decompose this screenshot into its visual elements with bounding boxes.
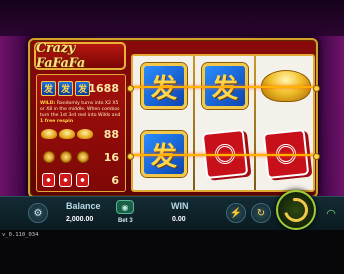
top-bar <box>0 0 344 36</box>
right-curtain <box>314 36 344 196</box>
game-stage: Crazy FaFaFa 发 发 发 1688 WILD: Randomly t… <box>0 0 344 274</box>
payline-marker-left <box>127 85 134 92</box>
payline-marker-left <box>127 153 134 160</box>
payline-marker-right <box>313 153 320 160</box>
reel-window: 发 发 发 <box>131 54 315 192</box>
balance-value: 2,000.00 <box>66 216 94 223</box>
autoplay-icon: ↻ <box>256 207 266 219</box>
logo-plate: Crazy FaFaFa <box>34 41 126 71</box>
gold-ingot-icon <box>41 129 57 139</box>
lightning-icon: ⚡ <box>229 207 243 219</box>
wild-label: WILD: <box>40 101 56 106</box>
left-curtain <box>0 36 30 196</box>
autospin-button[interactable]: ↻ <box>251 203 271 223</box>
gold-coin-icon <box>77 151 89 163</box>
red-envelope-icon <box>42 173 55 187</box>
fa-symbol-icon: 发 <box>41 80 56 96</box>
paytable-row-red: 6 <box>37 169 125 191</box>
turbo-button[interactable]: ⚡ <box>226 203 246 223</box>
win-value: 0.00 <box>172 216 186 223</box>
balance-label: Balance <box>66 201 101 211</box>
payout-value: 88 <box>103 127 119 141</box>
signal-indicator: ◠ <box>322 204 340 222</box>
reel-divider <box>193 56 195 190</box>
wifi-icon: ◠ <box>326 207 336 220</box>
game-logo: Crazy FaFaFa <box>36 41 86 71</box>
win-label: WIN <box>171 201 189 211</box>
payout-value: 16 <box>103 150 119 164</box>
gold-coin-icon <box>60 151 72 163</box>
paytable-row-gold: 88 <box>37 123 125 145</box>
red-envelope-icon <box>59 173 72 187</box>
gold-coin-icon <box>43 151 55 163</box>
paytable-row-fa: 发 发 发 1688 <box>37 77 125 99</box>
version-label: v_0.110_034 <box>2 232 39 238</box>
spin-icon <box>279 193 313 227</box>
footer: v_0.110_034 <box>0 230 344 274</box>
gear-icon: ⚙ <box>33 207 43 219</box>
payout-value: 1688 <box>88 81 119 95</box>
paytable-row-coin: 16 <box>37 146 125 168</box>
payline-bottom <box>133 154 313 156</box>
bet-label: Bet 3 <box>118 218 133 224</box>
red-envelope-icon <box>76 173 89 187</box>
payline-top <box>133 86 313 88</box>
gold-ingot-icon <box>77 129 93 139</box>
bet-button[interactable]: ◉ <box>116 200 134 214</box>
reel-divider <box>254 56 256 190</box>
settings-button[interactable]: ⚙ <box>28 203 48 223</box>
paytable: 发 发 发 1688 WILD: Randomly turns into X2 … <box>36 74 126 192</box>
coin-stack-icon: ◉ <box>121 202 129 212</box>
fa-symbol-icon: 发 <box>58 80 73 96</box>
payline-marker-right <box>313 85 320 92</box>
spin-button[interactable] <box>276 190 316 230</box>
wild-description: WILD: Randomly turns into X2 X5 or X8 in… <box>40 101 124 125</box>
gold-ingot-icon <box>59 129 75 139</box>
payout-value: 6 <box>111 173 119 187</box>
